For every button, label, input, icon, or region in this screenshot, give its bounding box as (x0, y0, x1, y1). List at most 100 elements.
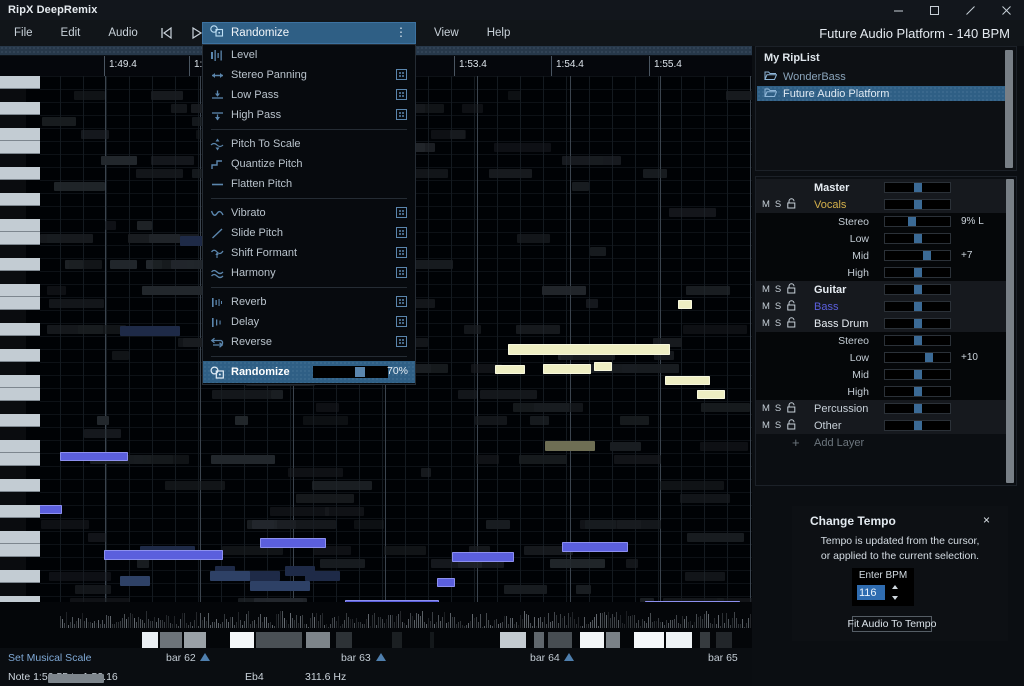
note-block-selected[interactable] (437, 578, 455, 587)
menu-edit[interactable]: Edit (47, 20, 95, 46)
note-block[interactable] (112, 351, 129, 360)
waveform-segment[interactable] (716, 632, 732, 648)
note-block[interactable] (431, 130, 466, 139)
note-block-selected[interactable] (260, 538, 326, 548)
track-controls[interactable]: MS (762, 283, 797, 297)
note-block[interactable] (504, 585, 547, 594)
note-block[interactable] (545, 441, 595, 451)
menu-item-vibrato[interactable]: Vibrato (203, 203, 415, 223)
note-block[interactable] (49, 299, 104, 308)
note-block-highlighted[interactable] (678, 300, 692, 309)
note-block[interactable] (416, 364, 448, 373)
preset-badge-icon[interactable] (396, 227, 407, 238)
waveform-segment[interactable] (142, 632, 158, 648)
mute-button[interactable]: M (762, 199, 770, 210)
note-block[interactable] (726, 91, 752, 100)
note-block[interactable] (486, 520, 510, 529)
note-block[interactable] (316, 403, 339, 412)
preset-badge-icon[interactable] (396, 316, 407, 327)
note-block[interactable] (212, 390, 272, 399)
note-block[interactable] (151, 156, 194, 165)
note-block[interactable] (137, 221, 152, 230)
note-block[interactable] (685, 572, 725, 581)
note-block[interactable] (101, 156, 137, 165)
note-block[interactable] (660, 481, 724, 490)
slider-knob[interactable] (923, 251, 931, 260)
randomize-amount-slider[interactable] (313, 366, 388, 378)
preset-badge-icon[interactable] (396, 296, 407, 307)
note-block[interactable] (312, 481, 372, 490)
menu-item-stereo-panning[interactable]: Stereo Panning (203, 65, 415, 85)
randomize-toolbar-chip[interactable]: Randomize ⋮ (202, 22, 416, 44)
mute-button[interactable]: M (762, 284, 770, 295)
waveform-segment[interactable] (534, 632, 544, 648)
note-block[interactable] (669, 208, 716, 217)
note-block[interactable] (516, 325, 560, 334)
note-block-highlighted[interactable] (508, 344, 670, 355)
waveform-segment[interactable] (548, 632, 572, 648)
note-block[interactable] (617, 520, 661, 529)
note-block[interactable] (458, 390, 477, 399)
piano-key-white[interactable] (0, 323, 40, 336)
menu-view[interactable]: View (420, 20, 473, 46)
note-block[interactable] (534, 403, 583, 412)
note-block[interactable] (354, 520, 384, 529)
note-block[interactable] (320, 559, 365, 568)
piano-key-black[interactable] (0, 466, 26, 479)
minimize-button[interactable] (880, 0, 916, 20)
piano-key-black[interactable] (0, 271, 26, 284)
piano-key-black[interactable] (0, 245, 26, 258)
menu-item-randomize[interactable]: Randomize70% (203, 361, 415, 383)
waveform-segment[interactable] (580, 632, 604, 648)
waveform-overview[interactable] (0, 602, 752, 648)
add-layer-row[interactable]: +Add Layer (756, 434, 1008, 451)
note-block[interactable] (136, 169, 183, 178)
note-block[interactable] (81, 130, 109, 139)
piano-key-white[interactable] (0, 349, 40, 362)
note-block[interactable] (41, 520, 89, 529)
eq-slider[interactable] (884, 386, 951, 397)
piano-key-black[interactable] (0, 401, 26, 414)
note-block[interactable] (235, 416, 248, 425)
note-block[interactable] (686, 286, 730, 295)
note-block[interactable] (550, 559, 605, 568)
note-block[interactable] (285, 566, 315, 576)
lock-icon[interactable] (786, 419, 797, 433)
note-block[interactable] (701, 403, 750, 412)
mute-button[interactable]: M (762, 301, 770, 312)
menu-item-quantize-pitch[interactable]: Quantize Pitch (203, 154, 415, 174)
note-block[interactable] (700, 442, 748, 451)
note-block[interactable] (325, 507, 364, 516)
note-block[interactable] (464, 325, 481, 334)
note-block[interactable] (296, 494, 354, 503)
solo-button[interactable]: S (775, 403, 781, 414)
preset-badge-icon[interactable] (396, 267, 407, 278)
waveform-segment[interactable] (666, 632, 692, 648)
waveform-segment[interactable] (500, 632, 526, 648)
note-block[interactable] (210, 571, 250, 581)
track-controls[interactable]: MS (762, 402, 797, 416)
piano-key-black[interactable] (0, 427, 26, 440)
mute-button[interactable]: M (762, 420, 770, 431)
note-block[interactable] (480, 390, 537, 399)
slider-knob[interactable] (914, 200, 922, 209)
plus-icon[interactable]: + (792, 435, 800, 450)
menu-item-delay[interactable]: Delay (203, 312, 415, 332)
piano-key-black[interactable] (0, 492, 26, 505)
riplist-scrollbar[interactable] (1005, 50, 1013, 168)
note-block[interactable] (110, 260, 137, 269)
slider-knob[interactable] (914, 302, 922, 311)
track-controls[interactable]: MS (762, 419, 797, 433)
note-block[interactable] (643, 169, 667, 178)
mixer-scrollbar[interactable] (1006, 179, 1014, 483)
note-block[interactable] (590, 156, 603, 165)
lock-icon[interactable] (786, 300, 797, 314)
note-block[interactable] (147, 455, 173, 464)
piano-key-black[interactable] (0, 89, 26, 102)
slider-knob[interactable] (914, 421, 922, 430)
piano-key-white[interactable] (0, 375, 40, 388)
waveform-segment[interactable] (634, 632, 664, 648)
piano-key-white[interactable] (0, 258, 40, 271)
waveform-segment[interactable] (430, 632, 434, 648)
piano-keyboard[interactable] (0, 76, 40, 648)
